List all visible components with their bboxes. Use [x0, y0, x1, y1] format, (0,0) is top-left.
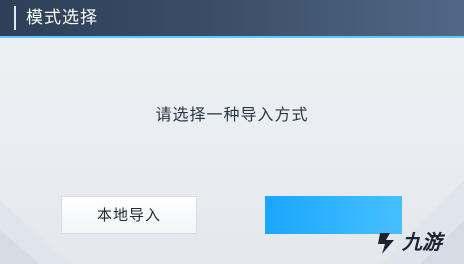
dialog-header: 模式选择	[0, 0, 464, 36]
header-divider	[0, 36, 464, 38]
dialog-title: 模式选择	[26, 8, 98, 28]
dialog-prompt: 请选择一种导入方式	[155, 105, 309, 124]
watermark: 九游	[376, 226, 462, 260]
header-accent-bar	[14, 6, 16, 30]
mode-select-dialog: 模式选择 请选择一种导入方式 本地导入 九游	[0, 0, 464, 264]
watermark-logo-icon	[378, 233, 394, 254]
local-import-button[interactable]: 本地导入	[61, 196, 197, 234]
watermark-text: 九游	[402, 230, 442, 254]
